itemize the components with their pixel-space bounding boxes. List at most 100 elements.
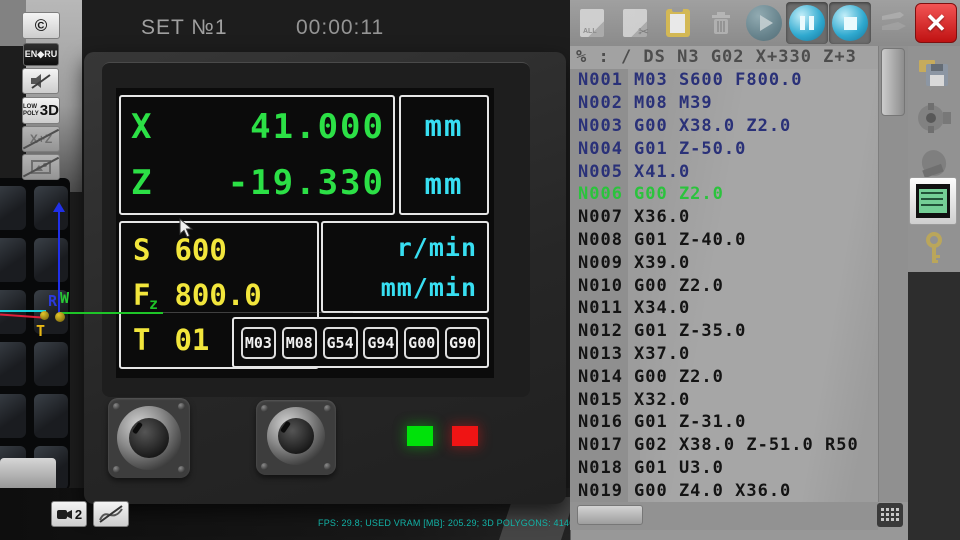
axis-z-label: Z xyxy=(131,163,153,203)
machine-key[interactable] xyxy=(0,238,26,282)
line-code: G00 Z4.0 X36.0 xyxy=(634,481,791,501)
program-line[interactable]: N005X41.0 xyxy=(570,160,878,183)
program-line[interactable]: N006G00 Z2.0 xyxy=(570,183,878,206)
program-line[interactable]: N017G02 X38.0 Z-51.0 R50 xyxy=(570,434,878,457)
play-icon xyxy=(746,5,782,41)
line-number: N012 xyxy=(578,321,634,341)
paste-button[interactable] xyxy=(657,2,699,44)
camera-icon xyxy=(56,508,73,521)
program-line[interactable]: N003G00 X38.0 Z2.0 xyxy=(570,115,878,138)
save-icon xyxy=(917,56,951,88)
save-program-button[interactable] xyxy=(911,50,957,94)
machine-key[interactable] xyxy=(34,394,68,438)
pause-button[interactable] xyxy=(786,2,828,44)
position-units-box: mm mm xyxy=(399,95,489,215)
xz-axes-toggle-button[interactable]: X+Z xyxy=(22,126,60,152)
program-line[interactable]: N012G01 Z-35.0 xyxy=(570,320,878,343)
program-line[interactable]: N011X34.0 xyxy=(570,297,878,320)
gcode-status-badges: M03 M08 G54 G94 G00 G90 xyxy=(232,317,489,368)
toolpath-toggle-button[interactable] xyxy=(93,501,129,527)
key-icon xyxy=(925,232,943,268)
camera-number: 2 xyxy=(75,507,82,522)
red-indicator-light xyxy=(452,426,478,446)
mini-display-icon xyxy=(916,184,950,218)
line-code: X39.0 xyxy=(634,253,690,273)
line-number: N009 xyxy=(578,253,634,273)
origin-marker xyxy=(40,311,49,320)
status-badge: M08 xyxy=(282,327,317,359)
close-panel-button[interactable]: ✕ xyxy=(915,3,957,43)
low-poly-3d-button[interactable]: LOW POLY 3D xyxy=(22,97,60,124)
line-code: G00 Z2.0 xyxy=(634,184,724,204)
line-code: G01 Z-50.0 xyxy=(634,139,746,159)
vertical-scrollbar-thumb[interactable] xyxy=(881,48,905,116)
axis-z-value: -19.330 xyxy=(228,163,385,203)
program-line[interactable]: N009X39.0 xyxy=(570,251,878,274)
program-line[interactable]: N016G01 Z-31.0 xyxy=(570,411,878,434)
line-code: M03 S600 F800.0 xyxy=(634,70,803,90)
stop-icon xyxy=(832,5,868,41)
axis-line-cyan xyxy=(0,310,46,312)
toolpath-icon xyxy=(98,504,124,524)
line-code: G00 Z2.0 xyxy=(634,276,724,296)
program-view-button-active[interactable] xyxy=(909,177,957,225)
line-code: X32.0 xyxy=(634,390,690,410)
line-code: X36.0 xyxy=(634,207,690,227)
program-line[interactable]: N010G00 Z2.0 xyxy=(570,274,878,297)
drawing-toggle-button[interactable] xyxy=(22,154,60,180)
line-code: M08 M39 xyxy=(634,93,713,113)
chuck-setup-button[interactable] xyxy=(911,96,957,140)
rotary-knob-plate xyxy=(256,400,336,475)
program-line[interactable]: N007X36.0 xyxy=(570,206,878,229)
program-line[interactable]: N004G01 Z-50.0 xyxy=(570,137,878,160)
machine-key[interactable] xyxy=(0,394,26,438)
language-toggle-button[interactable]: EN◆RU xyxy=(23,43,59,66)
line-number: N011 xyxy=(578,298,634,318)
program-line[interactable]: N008G01 Z-40.0 xyxy=(570,229,878,252)
line-number: N017 xyxy=(578,435,634,455)
line-code: G02 X38.0 Z-51.0 R50 xyxy=(634,435,859,455)
line-number: N019 xyxy=(578,481,634,501)
program-line[interactable]: N014G00 Z2.0 xyxy=(570,365,878,388)
run-button[interactable] xyxy=(743,2,785,44)
virtual-keyboard-button[interactable] xyxy=(877,503,903,527)
unlock-key-button[interactable] xyxy=(911,228,957,272)
machine-key[interactable] xyxy=(0,342,26,386)
program-line[interactable]: N013X37.0 xyxy=(570,343,878,366)
copyright-button[interactable]: © xyxy=(22,12,60,39)
axis-x-unit: mm xyxy=(425,109,464,143)
mute-button[interactable] xyxy=(22,68,59,94)
line-code: G00 X38.0 Z2.0 xyxy=(634,116,791,136)
program-line[interactable]: N019G00 Z4.0 X36.0 xyxy=(570,479,878,502)
language-label: EN◆RU xyxy=(25,49,57,60)
spindle-unit: r/min xyxy=(397,233,477,262)
machine-key[interactable] xyxy=(0,290,26,334)
machine-key[interactable] xyxy=(34,342,68,386)
program-header-line[interactable]: % : / DS N3 G02 X+330 Z+3 xyxy=(570,46,878,69)
z-axis-line-faint xyxy=(163,312,353,313)
line-code: G01 Z-40.0 xyxy=(634,230,746,250)
horizontal-scrollbar[interactable] xyxy=(570,502,878,530)
cut-button[interactable]: ✂ xyxy=(614,2,656,44)
rotary-knob-plate xyxy=(108,398,190,478)
camera-view-button[interactable]: 2 xyxy=(51,501,87,527)
timer-label: 00:00:11 xyxy=(296,16,384,40)
stop-button[interactable] xyxy=(829,2,871,44)
copyright-glyph: © xyxy=(35,16,48,36)
rotary-knob[interactable] xyxy=(117,406,181,470)
line-code: G01 Z-35.0 xyxy=(634,321,746,341)
line-number: N013 xyxy=(578,344,634,364)
horizontal-scrollbar-thumb[interactable] xyxy=(577,505,643,525)
rotary-knob[interactable] xyxy=(267,407,325,465)
program-list[interactable]: N001M03 S600 F800.0N002M08 M39N003G00 X3… xyxy=(570,69,878,502)
program-line[interactable]: N001M03 S600 F800.0 xyxy=(570,69,878,92)
machine-key[interactable] xyxy=(0,186,26,230)
delete-button[interactable] xyxy=(700,2,742,44)
select-all-button[interactable]: ALL xyxy=(571,2,613,44)
machine-key[interactable] xyxy=(34,238,68,282)
tool-library-button[interactable] xyxy=(872,2,914,44)
program-line[interactable]: N018G01 U3.0 xyxy=(570,457,878,480)
select-all-icon: ALL xyxy=(580,9,604,37)
program-line[interactable]: N002M08 M39 xyxy=(570,92,878,115)
program-line[interactable]: N015X32.0 xyxy=(570,388,878,411)
